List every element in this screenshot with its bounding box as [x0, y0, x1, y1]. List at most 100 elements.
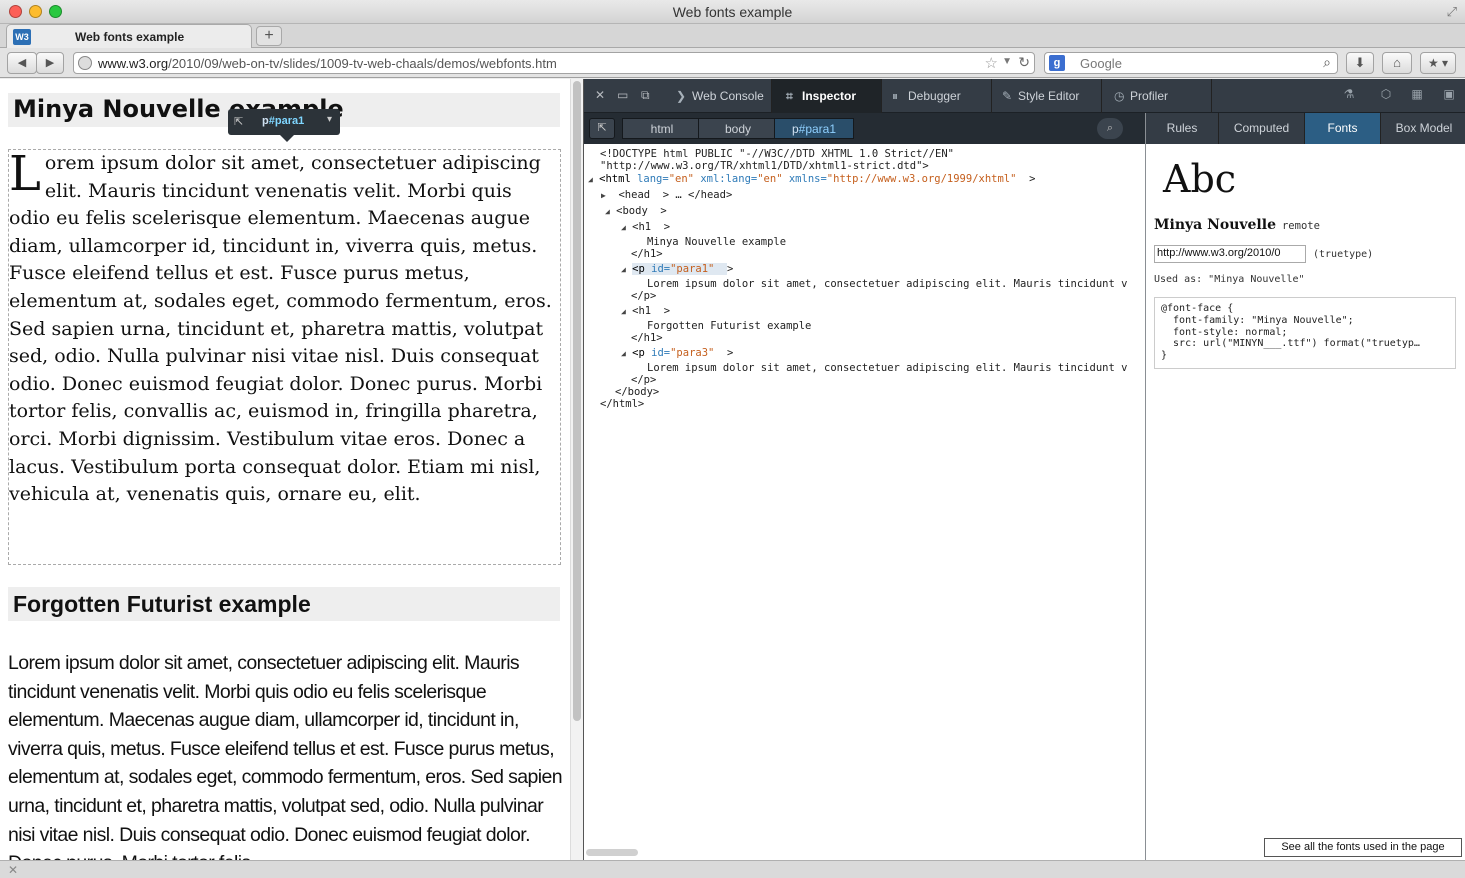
- window-title: Web fonts example: [672, 4, 793, 20]
- font-format: (truetype): [1313, 249, 1374, 260]
- head-node[interactable]: ▶ <head > … </head>: [601, 189, 732, 202]
- search-bar[interactable]: g Google ⌕: [1044, 52, 1338, 74]
- html-node[interactable]: ◢ <html lang="en" xml:lang="en" xmlns="h…: [588, 173, 1035, 186]
- paragraph-para1-highlighted[interactable]: Lorem ipsum dolor sit amet, consectetuer…: [8, 149, 561, 565]
- p-para3-text-node[interactable]: Lorem ipsum dolor sit amet, consectetuer…: [647, 362, 1127, 374]
- reload-icon[interactable]: ↻: [1018, 54, 1030, 71]
- dock-icon[interactable]: ▭: [617, 88, 628, 102]
- fullscreen-icon[interactable]: ⤢: [1447, 4, 1457, 20]
- status-bar: ✕: [0, 860, 1465, 878]
- bookmark-star-icon[interactable]: ☆: [985, 54, 998, 72]
- site-identity-icon[interactable]: [78, 56, 92, 70]
- font-source: remote: [1281, 220, 1320, 232]
- close-icon[interactable]: ✕: [8, 863, 18, 877]
- paragraph-para3: Lorem ipsum dolor sit amet, consectetuer…: [8, 652, 563, 860]
- page-scrollbar[interactable]: [570, 79, 583, 860]
- h1b-text-node[interactable]: Forgotten Futurist example: [647, 320, 811, 332]
- url-text[interactable]: www.w3.org/2010/09/web-on-tv/slides/1009…: [98, 56, 557, 71]
- tab-box-model[interactable]: Box Model: [1381, 113, 1465, 144]
- breadcrumb-body[interactable]: body: [698, 118, 778, 139]
- pick-element-button[interactable]: ⇱: [589, 118, 615, 139]
- collapse-twisty-icon[interactable]: ◢: [588, 175, 593, 184]
- style-editor-icon: ✎: [1002, 89, 1013, 103]
- w3c-favicon-icon: W3: [13, 29, 31, 45]
- h1-node[interactable]: ◢ <h1 >: [621, 221, 670, 234]
- back-button[interactable]: ◀: [7, 52, 37, 74]
- responsive-mode-icon[interactable]: ▣: [1442, 87, 1456, 101]
- tab-style-editor[interactable]: ✎ Style Editor: [992, 79, 1102, 113]
- devtools-toolbar: ✕ ▭ ⧉ ❯ Web Console ⌗ Inspector ⏸ Debugger …: [584, 79, 1465, 113]
- h1-text-node[interactable]: Minya Nouvelle example: [647, 236, 786, 248]
- html-close: </html>: [600, 398, 645, 410]
- markup-horizontal-scrollbar[interactable]: [586, 849, 638, 856]
- breadcrumb-p-para1[interactable]: p#para1: [774, 118, 854, 139]
- history-dropdown-icon[interactable]: ▼: [1002, 56, 1012, 67]
- new-tab-button[interactable]: +: [256, 26, 282, 46]
- collapse-twisty-icon[interactable]: ◢: [621, 349, 626, 358]
- forward-button[interactable]: ▶: [36, 52, 64, 74]
- doctype-line-1: <!DOCTYPE html PUBLIC "-//W3C//DTD XHTML…: [600, 148, 955, 160]
- drop-cap: L: [9, 149, 41, 202]
- p-para1-node[interactable]: ◢ <p id="para1" >: [621, 263, 733, 276]
- heading-forgotten-futurist: Forgotten Futurist example: [8, 587, 560, 621]
- pick-element-icon[interactable]: ⇱: [234, 115, 243, 128]
- navigation-toolbar: ◀ ▶ www.w3.org/2010/09/web-on-tv/slides/…: [0, 48, 1465, 78]
- close-devtools-icon[interactable]: ✕: [595, 88, 605, 102]
- tab-web-fonts-example[interactable]: W3 Web fonts example: [6, 24, 252, 48]
- tab-fonts[interactable]: Fonts: [1305, 113, 1381, 144]
- font-preview: Abc: [1163, 157, 1237, 201]
- collapse-twisty-icon[interactable]: ◢: [621, 223, 626, 232]
- doctype-line-2: "http://www.w3.org/TR/xhtml1/DTD/xhtml1-…: [600, 160, 929, 172]
- tab-rules[interactable]: Rules: [1146, 113, 1219, 144]
- p-close: </p>: [631, 290, 657, 302]
- font-name: Minya Nouvelle remote: [1154, 217, 1320, 233]
- tab-profiler[interactable]: ◷ Profiler: [1102, 79, 1212, 113]
- bookmarks-menu-button[interactable]: ★ ▾: [1420, 52, 1456, 74]
- web-page-content: Minya Nouvelle example Lorem ipsum dolor…: [0, 79, 570, 860]
- h1-close: </h1>: [631, 248, 663, 260]
- font-used-as: Used as: "Minya Nouvelle": [1154, 274, 1305, 285]
- collapse-twisty-icon[interactable]: ◢: [605, 207, 610, 216]
- p-para1-text-node[interactable]: Lorem ipsum dolor sit amet, consectetuer…: [647, 278, 1127, 290]
- tab-label: Web fonts example: [75, 30, 185, 44]
- collapse-twisty-icon[interactable]: ◢: [621, 265, 626, 274]
- h1b-node[interactable]: ◢ <h1 >: [621, 305, 670, 318]
- paint-flashing-icon[interactable]: ⚗: [1342, 87, 1356, 101]
- url-bar[interactable]: www.w3.org/2010/09/web-on-tv/slides/1009…: [73, 52, 1035, 74]
- search-icon[interactable]: ⌕: [1097, 118, 1123, 139]
- search-placeholder: Google: [1080, 56, 1122, 71]
- p3-close: </p>: [631, 374, 657, 386]
- inspector-icon: ⌗: [786, 89, 793, 103]
- downloads-button[interactable]: ⬇: [1346, 52, 1374, 74]
- devtools-panel: ✕ ▭ ⧉ ❯ Web Console ⌗ Inspector ⏸ Debugger …: [583, 79, 1465, 860]
- profiler-icon: ◷: [1114, 89, 1125, 103]
- tab-debugger[interactable]: ⏸ Debugger: [882, 79, 992, 113]
- window-mode-icon[interactable]: ⧉: [641, 88, 650, 103]
- search-icon[interactable]: ⌕: [1323, 54, 1331, 71]
- page-scrollbar-thumb[interactable]: [573, 81, 581, 721]
- console-icon: ❯: [676, 89, 687, 103]
- debugger-icon: ⏸: [892, 89, 899, 103]
- tab-inspector[interactable]: ⌗ Inspector: [772, 79, 882, 113]
- collapse-twisty-icon[interactable]: ◢: [621, 307, 626, 316]
- h1b-close: </h1>: [631, 332, 663, 344]
- breadcrumb-html[interactable]: html: [622, 118, 702, 139]
- home-button[interactable]: ⌂: [1382, 52, 1412, 74]
- see-all-fonts-button[interactable]: See all the fonts used in the page: [1264, 838, 1462, 857]
- paragraph-text: orem ipsum dolor sit amet, consectetuer …: [9, 152, 552, 506]
- body-close: </body>: [615, 386, 660, 398]
- infobar-menu-icon[interactable]: ▾: [327, 114, 332, 125]
- font-face-rule: @font-face { font-family: "Minya Nouvell…: [1154, 297, 1456, 369]
- 3d-view-icon[interactable]: ⬡: [1379, 87, 1393, 101]
- p-para3-node[interactable]: ◢ <p id="para3" >: [621, 347, 733, 360]
- markup-view[interactable]: <!DOCTYPE html PUBLIC "-//W3C//DTD XHTML…: [584, 144, 1145, 860]
- google-icon[interactable]: g: [1049, 55, 1065, 71]
- tab-web-console[interactable]: ❯ Web Console: [662, 79, 772, 113]
- node-infobar: ⇱ p#para1 ▾: [228, 109, 340, 142]
- expand-twisty-icon[interactable]: ▶: [601, 191, 606, 200]
- tab-computed[interactable]: Computed: [1219, 113, 1305, 144]
- scratchpad-icon[interactable]: ▦: [1410, 87, 1424, 101]
- font-url-field[interactable]: http://www.w3.org/2010/0: [1154, 245, 1306, 263]
- body-node[interactable]: ◢ <body >: [605, 205, 667, 218]
- sidebar-tabs: Rules Computed Fonts Box Model: [1146, 113, 1465, 144]
